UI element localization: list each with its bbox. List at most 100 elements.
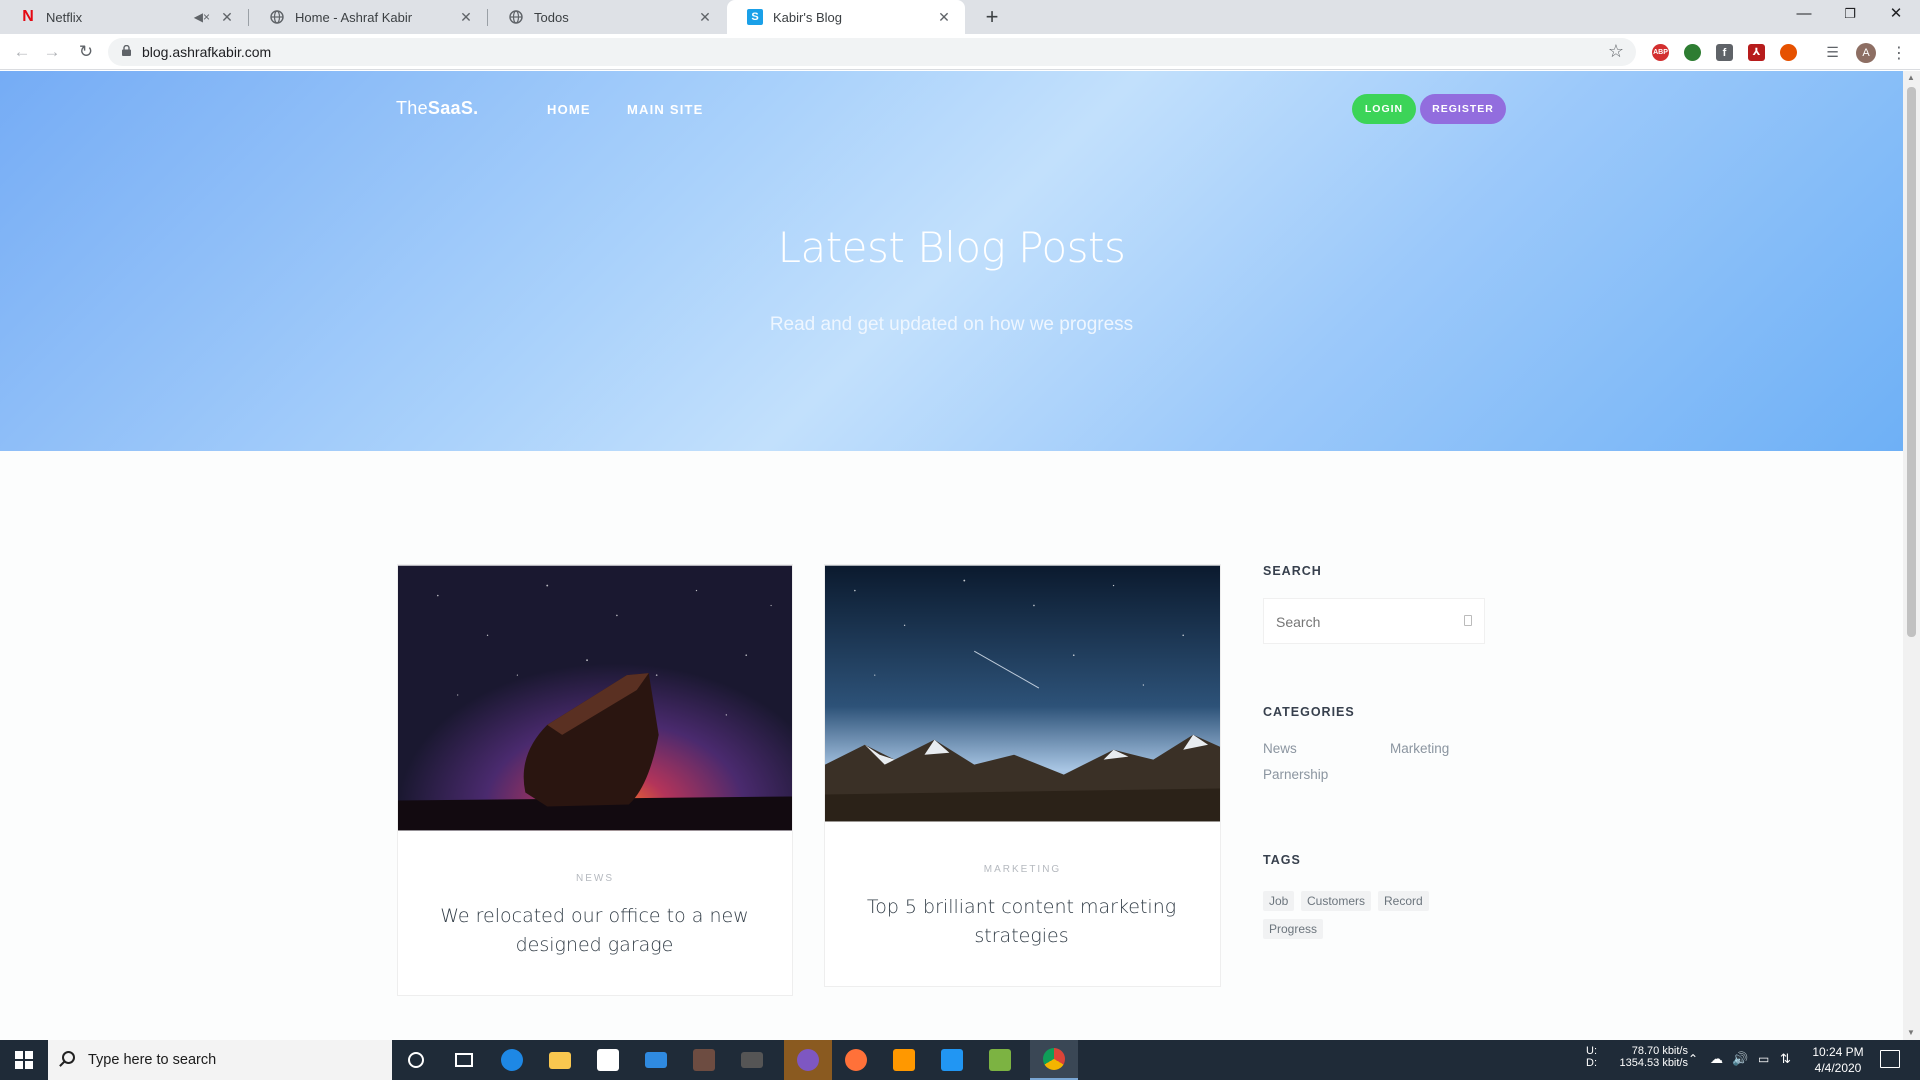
task-view-icon[interactable]: [440, 1040, 488, 1080]
url-text: blog.ashrafkabir.com: [142, 44, 272, 60]
nav-main-site[interactable]: MAIN SITE: [627, 102, 704, 117]
post-card[interactable]: NEWS We relocated our office to a new de…: [397, 564, 793, 996]
page-viewport: TheSaaS. HOME MAIN SITE LOGIN REGISTER L…: [0, 71, 1903, 1040]
globe-extension-icon[interactable]: [1684, 44, 1701, 61]
chrome-icon[interactable]: [1030, 1040, 1078, 1080]
clock-date: 4/4/2020: [1814, 1061, 1862, 1075]
post-title[interactable]: We relocated our office to a new designe…: [418, 902, 771, 960]
search-input[interactable]: [1276, 612, 1446, 632]
login-button[interactable]: LOGIN: [1352, 94, 1416, 124]
tags-heading: TAGS: [1263, 853, 1301, 867]
tag-record[interactable]: Record: [1378, 891, 1429, 911]
site-logo[interactable]: TheSaaS.: [396, 98, 478, 119]
net-up-label: U:: [1586, 1045, 1597, 1057]
firefox-icon[interactable]: [832, 1040, 880, 1080]
close-tab-icon[interactable]: ✕: [218, 9, 236, 26]
start-button[interactable]: [0, 1040, 48, 1080]
category-link-news[interactable]: News: [1263, 741, 1297, 756]
sublime-text-icon[interactable]: [880, 1040, 928, 1080]
post-category[interactable]: NEWS: [398, 873, 792, 884]
action-center-icon[interactable]: [1880, 1050, 1900, 1068]
scrollbar-thumb[interactable]: [1907, 87, 1916, 637]
taskbar-search[interactable]: Type here to search: [48, 1040, 392, 1080]
tag-progress[interactable]: Progress: [1263, 919, 1324, 939]
post-category[interactable]: MARKETING: [825, 864, 1220, 875]
clock-time: 10:24 PM: [1812, 1045, 1864, 1059]
page-title: Latest Blog Posts: [777, 223, 1126, 272]
bookmark-star-icon[interactable]: ☆: [1608, 41, 1624, 62]
app-icon[interactable]: [680, 1040, 728, 1080]
edge-icon[interactable]: [488, 1040, 536, 1080]
vscode-icon[interactable]: [928, 1040, 976, 1080]
mail-icon[interactable]: [632, 1040, 680, 1080]
register-button[interactable]: REGISTER: [1420, 94, 1506, 124]
browser-menu-icon[interactable]: ⋮: [1891, 43, 1907, 63]
pdf-extension-icon[interactable]: ⅄: [1748, 44, 1765, 61]
categories-heading: CATEGORIES: [1263, 705, 1355, 719]
sidebar-search: [1263, 598, 1485, 644]
windows-logo-icon: [15, 1051, 33, 1069]
new-tab-button[interactable]: +: [978, 4, 1006, 32]
page-scrollbar[interactable]: ▲ ▼: [1903, 71, 1920, 1040]
clock[interactable]: 10:24 PM 4/4/2020: [1806, 1044, 1870, 1080]
page-subtitle: Read and get updated on how we progress: [769, 314, 1134, 335]
back-button[interactable]: ←: [8, 40, 36, 64]
cortana-icon[interactable]: [392, 1040, 440, 1080]
close-window-button[interactable]: ✕: [1873, 0, 1919, 30]
browser-tabstrip: N Netflix ◀× ✕ Home - Ashraf Kabir ✕ Tod…: [0, 0, 1920, 34]
facebook-extension-icon[interactable]: f: [1716, 44, 1733, 61]
taskbar-search-placeholder: Type here to search: [88, 1052, 217, 1068]
adblock-plus-icon[interactable]: ABP: [1652, 44, 1669, 61]
nav-home[interactable]: HOME: [547, 102, 591, 117]
browser-toolbar: ← → ↻ blog.ashrafkabir.com ☆ ABP f ⅄ ☰ A…: [0, 34, 1920, 70]
close-tab-icon[interactable]: ✕: [457, 9, 475, 26]
category-link-marketing[interactable]: Marketing: [1390, 741, 1449, 756]
onedrive-icon[interactable]: ☁: [1710, 1051, 1723, 1080]
post-image-boat[interactable]: [398, 565, 792, 831]
tag-job[interactable]: Job: [1263, 891, 1295, 911]
duckduckgo-icon[interactable]: [1780, 44, 1797, 61]
notepad-icon[interactable]: [976, 1040, 1024, 1080]
tray-chevron-icon[interactable]: ⌃: [1688, 1052, 1698, 1080]
net-down-value: 1354.53 kbit/s: [1619, 1057, 1689, 1069]
reading-list-icon[interactable]: ☰: [1824, 44, 1841, 61]
tab-title: Home - Ashraf Kabir: [295, 9, 413, 25]
hero-header: TheSaaS. HOME MAIN SITE LOGIN REGISTER L…: [0, 71, 1903, 451]
globe-icon: [508, 9, 524, 25]
tag-customers[interactable]: Customers: [1301, 891, 1372, 911]
address-bar[interactable]: blog.ashrafkabir.com ☆: [108, 38, 1636, 66]
file-explorer-icon[interactable]: [536, 1040, 584, 1080]
saas-favicon-icon: S: [747, 9, 763, 25]
close-tab-icon[interactable]: ✕: [696, 9, 714, 26]
reload-button[interactable]: ↻: [72, 40, 100, 64]
logo-light-text: The: [396, 98, 428, 118]
profile-avatar[interactable]: A: [1856, 43, 1876, 63]
category-link-partnership[interactable]: Parnership: [1263, 767, 1328, 782]
rss-reader-icon[interactable]: [784, 1040, 832, 1080]
tab-kabirs-blog[interactable]: S Kabir's Blog ✕: [727, 0, 965, 34]
net-down-label: D:: [1586, 1057, 1597, 1069]
tab-title: Netflix: [46, 9, 83, 25]
windows-taskbar: Type here to search U: D: 78.70 kbit/s 1…: [0, 1040, 1920, 1080]
volume-icon[interactable]: 🔊: [1732, 1051, 1748, 1080]
scroll-up-arrow-icon[interactable]: ▲: [1907, 73, 1915, 82]
search-submit-icon[interactable]: [1464, 615, 1472, 626]
post-card[interactable]: MARKETING Top 5 brilliant content market…: [824, 564, 1221, 987]
post-image-mountains[interactable]: [825, 565, 1220, 822]
restore-button[interactable]: ❐: [1827, 0, 1873, 30]
scroll-down-arrow-icon[interactable]: ▼: [1907, 1028, 1915, 1037]
store-icon[interactable]: [584, 1040, 632, 1080]
tab-home-ashraf-kabir[interactable]: Home - Ashraf Kabir ✕: [249, 0, 487, 34]
close-tab-icon[interactable]: ✕: [935, 9, 953, 26]
post-title[interactable]: Top 5 brilliant content marketing strate…: [845, 893, 1198, 951]
tab-netflix[interactable]: N Netflix ◀× ✕: [0, 0, 248, 34]
forward-button[interactable]: →: [38, 40, 66, 64]
tab-title: Kabir's Blog: [773, 9, 842, 25]
minimize-button[interactable]: —: [1781, 0, 1827, 30]
terminal-icon[interactable]: [728, 1040, 776, 1080]
battery-icon[interactable]: ▭: [1758, 1052, 1769, 1080]
muted-speaker-icon[interactable]: ◀×: [194, 10, 210, 24]
network-icon[interactable]: ⇅: [1780, 1051, 1791, 1080]
net-speed-values: 78.70 kbit/s 1354.53 kbit/s: [1604, 1045, 1689, 1080]
tab-todos[interactable]: Todos ✕: [488, 0, 726, 34]
